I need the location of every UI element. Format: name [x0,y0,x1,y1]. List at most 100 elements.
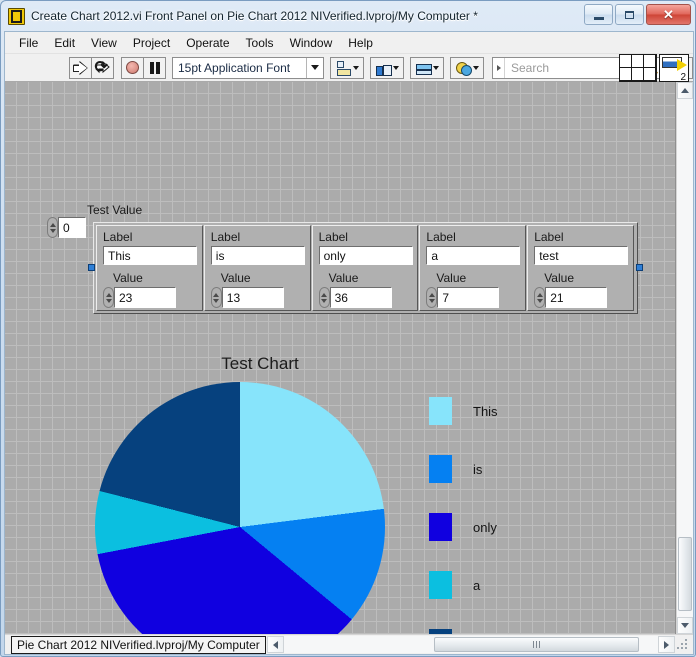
stepper-up-icon[interactable] [428,292,435,297]
scroll-down-button[interactable] [677,617,693,634]
cluster-label-field[interactable]: This [103,246,197,265]
pie-chart[interactable]: Test Chart This is only a test [95,354,595,634]
maximize-button[interactable] [615,4,644,25]
menu-item-operate[interactable]: Operate [178,34,237,52]
cluster-array-elements: Label This Value 23 Label is Value 13 La… [96,225,635,311]
stepper-down-icon[interactable] [536,298,543,303]
horizontal-scroll-track[interactable] [283,636,658,653]
status-bar-text: Pie Chart 2012 NIVerified.lvproj/My Comp… [11,635,266,654]
resize-objects-icon [415,61,432,75]
menu-item-edit[interactable]: Edit [46,34,83,52]
stepper-down-icon[interactable] [428,298,435,303]
test-value-field[interactable]: 0 [58,217,86,238]
stepper-up-icon[interactable] [213,292,220,297]
test-value-control[interactable]: 0 [47,217,86,238]
pause-button[interactable] [143,56,166,79]
legend-color-swatch [429,629,452,634]
cluster-value-field[interactable]: 13 [221,287,284,308]
cluster-label-field[interactable]: is [210,246,305,265]
connector-pane[interactable] [619,54,657,82]
selection-handle-left[interactable] [88,264,95,271]
cluster-value-control[interactable]: 21 [534,287,608,308]
cluster-label-field[interactable]: only [318,246,413,265]
cluster-item[interactable]: Label only Value 36 [311,225,419,311]
reorder-objects-icon [455,61,472,76]
run-button[interactable] [69,56,92,79]
scroll-right-button[interactable] [658,636,675,653]
scroll-left-button[interactable] [266,636,284,653]
distribute-objects-button[interactable] [370,56,404,79]
cluster-item[interactable]: Label a Value 7 [419,225,527,311]
horizontal-scrollbar[interactable] [266,636,675,654]
cluster-item[interactable]: Label This Value 23 [96,225,203,311]
minimize-button[interactable] [584,4,613,25]
stepper-down-icon[interactable] [213,298,220,303]
cluster-label-field[interactable]: test [534,246,629,265]
cluster-label-caption: Label [103,230,133,244]
test-value-stepper[interactable] [47,217,58,238]
stepper-up-icon[interactable] [49,222,56,227]
reorder-chevron-down-icon [472,65,479,70]
font-selector[interactable]: 15pt Application Font [172,56,324,79]
search-pin-icon[interactable] [493,57,505,78]
cluster-value-stepper[interactable] [103,287,114,308]
stepper-up-icon[interactable] [321,292,328,297]
stepper-up-icon[interactable] [536,292,543,297]
menu-item-view[interactable]: View [83,34,125,52]
front-panel-canvas[interactable]: Test Value 0 Label This Value 23 Label i… [5,82,676,634]
abort-execution-button[interactable] [121,56,144,79]
vertical-scroll-track[interactable] [677,99,693,617]
legend-item: a [429,556,498,614]
scroll-up-button[interactable] [677,82,693,99]
cluster-value-field[interactable]: 21 [545,287,608,308]
legend-item: only [429,498,498,556]
menu-bar: File Edit View Project Operate Tools Win… [5,32,693,54]
cluster-item[interactable]: Label test Value 21 [527,225,634,311]
menu-item-project[interactable]: Project [125,34,178,52]
align-objects-button[interactable] [330,56,364,79]
cluster-value-control[interactable]: 36 [318,287,392,308]
run-continuously-button[interactable] [91,56,114,79]
cluster-value-stepper[interactable] [534,287,546,308]
cluster-array[interactable]: Label This Value 23 Label is Value 13 La… [88,222,643,314]
stepper-down-icon[interactable] [49,228,56,233]
pie-slices[interactable] [95,382,385,634]
cluster-value-field[interactable]: 23 [114,287,176,308]
cluster-value-field[interactable]: 7 [437,287,500,308]
stepper-down-icon[interactable] [105,298,112,303]
selection-handle-right[interactable] [636,264,643,271]
window-resize-grip[interactable] [676,638,690,652]
stepper-up-icon[interactable] [105,292,112,297]
cluster-value-stepper[interactable] [426,287,438,308]
close-button[interactable]: ✕ [646,4,691,25]
cluster-value-field[interactable]: 36 [329,287,392,308]
vi-icon-number: 2 [680,72,686,82]
reorder-objects-button[interactable] [450,56,484,79]
cluster-value-control[interactable]: 23 [103,287,176,308]
cluster-value-stepper[interactable] [318,287,330,308]
cluster-label-field[interactable]: a [426,246,521,265]
window-title: Create Chart 2012.vi Front Panel on Pie … [31,9,478,23]
resize-objects-button[interactable] [410,56,444,79]
cluster-value-control[interactable]: 7 [426,287,500,308]
menu-item-window[interactable]: Window [282,34,341,52]
cluster-value-stepper[interactable] [210,287,222,308]
legend-label: only [473,519,497,535]
legend-color-swatch [429,455,452,483]
vertical-scrollbar[interactable] [676,82,693,634]
cluster-value-control[interactable]: 13 [210,287,284,308]
distribute-chevron-down-icon [392,65,399,70]
cluster-label-caption: Label [426,230,456,244]
menu-item-help[interactable]: Help [340,34,381,52]
legend-label: is [473,461,483,477]
menu-item-file[interactable]: File [11,34,46,52]
font-selector-chevron-down-icon[interactable] [306,57,323,78]
vi-icon[interactable]: 2 [659,54,689,82]
vertical-scroll-thumb[interactable] [678,537,692,611]
menu-item-tools[interactable]: Tools [238,34,282,52]
stepper-down-icon[interactable] [321,298,328,303]
horizontal-scroll-thumb[interactable] [433,637,639,652]
abort-stop-icon [126,61,139,74]
font-selector-label: 15pt Application Font [178,60,291,75]
cluster-item[interactable]: Label is Value 13 [203,225,311,311]
